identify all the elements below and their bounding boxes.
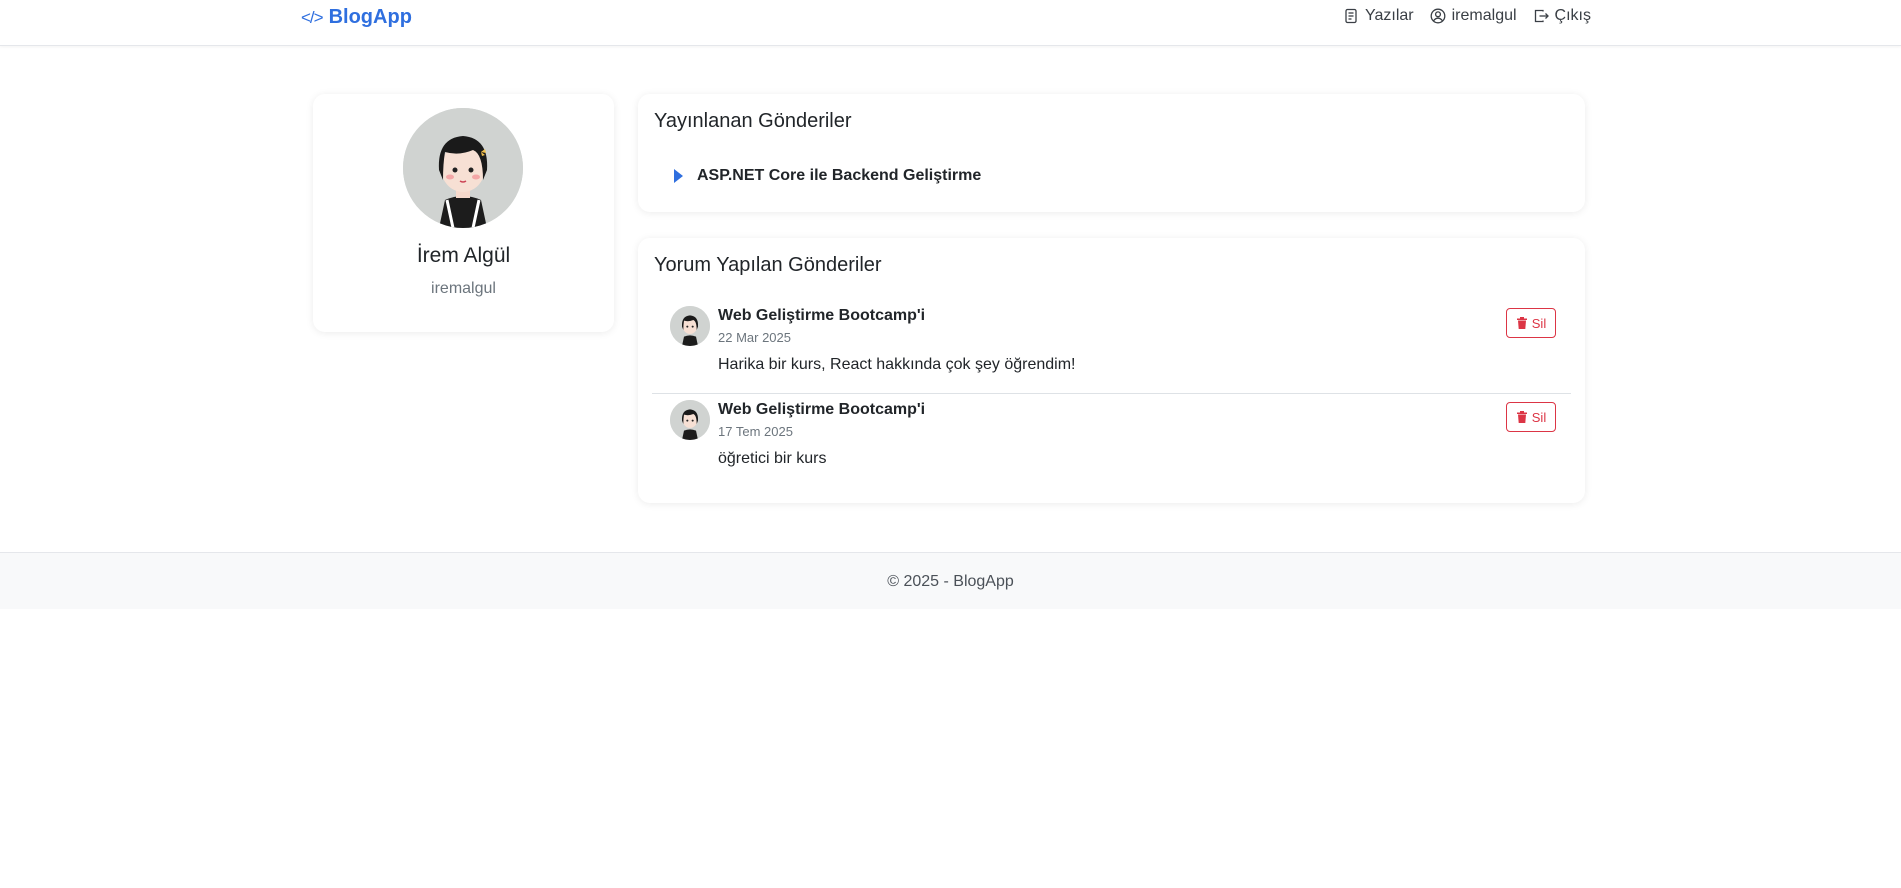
comment-avatar [670, 306, 710, 346]
comment-post-title[interactable]: Web Geliştirme Bootcamp'i [718, 401, 925, 419]
logout-icon [1534, 9, 1549, 23]
comment-text: öğretici bir kurs [718, 450, 827, 467]
avatar-illustration [403, 108, 523, 228]
comment-item: Web Geliştirme Bootcamp'i 22 Mar 2025 Ha… [652, 306, 1571, 394]
nav-link-logout-label: Çıkış [1554, 7, 1591, 24]
nav-link-logout[interactable]: Çıkış [1533, 7, 1591, 25]
footer-text: © 2025 - BlogApp [887, 573, 1014, 590]
user-circle-icon [1430, 8, 1446, 24]
avatar [403, 108, 523, 228]
comment-post-title[interactable]: Web Geliştirme Bootcamp'i [718, 307, 925, 325]
trash-icon [1516, 317, 1527, 329]
brand-label: BlogApp [328, 6, 412, 28]
avatar-illustration [670, 400, 710, 440]
nav-link-posts[interactable]: Yazılar [1343, 7, 1414, 25]
delete-label: Sil [1531, 315, 1547, 331]
profile-username: iremalgul [431, 280, 496, 297]
commented-posts-title: Yorum Yapılan Gönderiler [654, 254, 882, 276]
code-icon: </> [301, 7, 324, 27]
comment-date: 22 Mar 2025 [718, 330, 791, 345]
published-post-link[interactable]: ASP.NET Core ile Backend Geliştirme [674, 167, 981, 185]
delete-comment-button[interactable]: Sil [1506, 308, 1556, 338]
comment-item: Web Geliştirme Bootcamp'i 17 Tem 2025 öğ… [652, 400, 1571, 488]
nav-link-profile[interactable]: iremalgul [1430, 7, 1517, 25]
nav-links: Yazılar iremalgul Çıkış [1343, 7, 1591, 25]
comment-date: 17 Tem 2025 [718, 424, 793, 439]
document-icon [1345, 8, 1357, 24]
published-posts-card: Yayınlanan Gönderiler ASP.NET Core ile B… [638, 94, 1585, 212]
profile-name: İrem Algül [416, 244, 511, 267]
caret-right-icon [674, 169, 683, 183]
navbar: </> BlogApp Yazılar iremalgul Çıkış [0, 0, 1901, 46]
avatar-illustration [670, 306, 710, 346]
nav-link-profile-label: iremalgul [1451, 7, 1517, 24]
footer: © 2025 - BlogApp [0, 552, 1901, 609]
nav-link-posts-label: Yazılar [1365, 7, 1414, 24]
profile-card: İrem Algül iremalgul [313, 94, 614, 332]
brand-link[interactable]: </> BlogApp [301, 6, 412, 29]
delete-label: Sil [1531, 409, 1547, 425]
comment-avatar [670, 400, 710, 440]
commented-posts-card: Yorum Yapılan Gönderiler Web Geliştirme … [638, 238, 1585, 503]
delete-comment-button[interactable]: Sil [1506, 402, 1556, 432]
published-posts-title: Yayınlanan Gönderiler [654, 110, 852, 132]
published-post-title: ASP.NET Core ile Backend Geliştirme [697, 167, 982, 184]
trash-icon [1516, 411, 1527, 423]
comment-text: Harika bir kurs, React hakkında çok şey … [718, 356, 1076, 373]
